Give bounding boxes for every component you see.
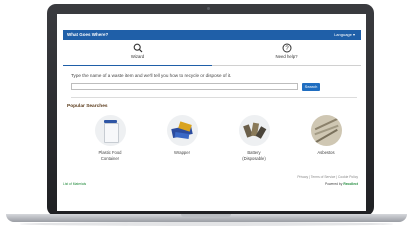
laptop-shadow xyxy=(20,222,393,226)
app-title: What Goes Where? xyxy=(67,32,109,37)
app-header: What Goes Where? Language ▾ xyxy=(63,30,361,40)
list-of-materials-link[interactable]: List of Materials xyxy=(63,182,86,186)
powered-by-prefix: Powered by xyxy=(324,182,343,186)
popular-item-label-line2: Container xyxy=(100,156,120,161)
tab-wizard[interactable]: Wizard xyxy=(63,43,212,66)
search-button[interactable]: Search xyxy=(302,83,320,91)
tab-need-help-label: Need help? xyxy=(275,54,298,59)
help-icon: ? xyxy=(282,43,291,53)
tab-wizard-label: Wizard xyxy=(130,54,145,59)
section-divider xyxy=(71,97,357,98)
popular-item-wrapper[interactable]: Wrapper xyxy=(152,115,212,156)
wrapper-image xyxy=(166,115,198,146)
popular-item-label: Asbestos xyxy=(317,150,335,155)
powered-by: Powered by Recollect xyxy=(325,182,358,186)
popular-item-battery[interactable]: Battery (Disposable) xyxy=(224,115,284,162)
recollect-brand-link[interactable]: Recollect xyxy=(343,182,358,186)
search-prompt: Type the name of a waste item and we'll … xyxy=(71,73,232,78)
plastic-container-image xyxy=(94,115,126,146)
search-input[interactable] xyxy=(71,83,298,90)
language-selector[interactable]: Language ▾ xyxy=(334,32,355,37)
laptop-notch xyxy=(181,214,231,217)
app-viewport: What Goes Where? Language ▾ Wizard ? Nee… xyxy=(57,14,366,211)
battery-image xyxy=(238,115,270,146)
popular-searches-heading: Popular Searches xyxy=(67,104,108,109)
popular-item-asbestos[interactable]: Asbestos xyxy=(296,115,356,156)
footer-links[interactable]: Privacy | Terms of Service | Cookie Poli… xyxy=(297,175,358,179)
popular-item-label: Battery xyxy=(247,150,261,155)
popular-item-plastic-food-container[interactable]: Plastic Food Container xyxy=(80,115,140,162)
search-icon xyxy=(133,43,142,53)
webcam xyxy=(207,7,210,10)
popular-item-label: Wrapper xyxy=(174,150,190,155)
popular-item-label-line2: (Disposable) xyxy=(242,156,266,161)
tab-need-help[interactable]: ? Need help? xyxy=(212,43,361,66)
popular-item-label: Plastic Food xyxy=(98,150,122,155)
asbestos-image xyxy=(310,115,342,146)
